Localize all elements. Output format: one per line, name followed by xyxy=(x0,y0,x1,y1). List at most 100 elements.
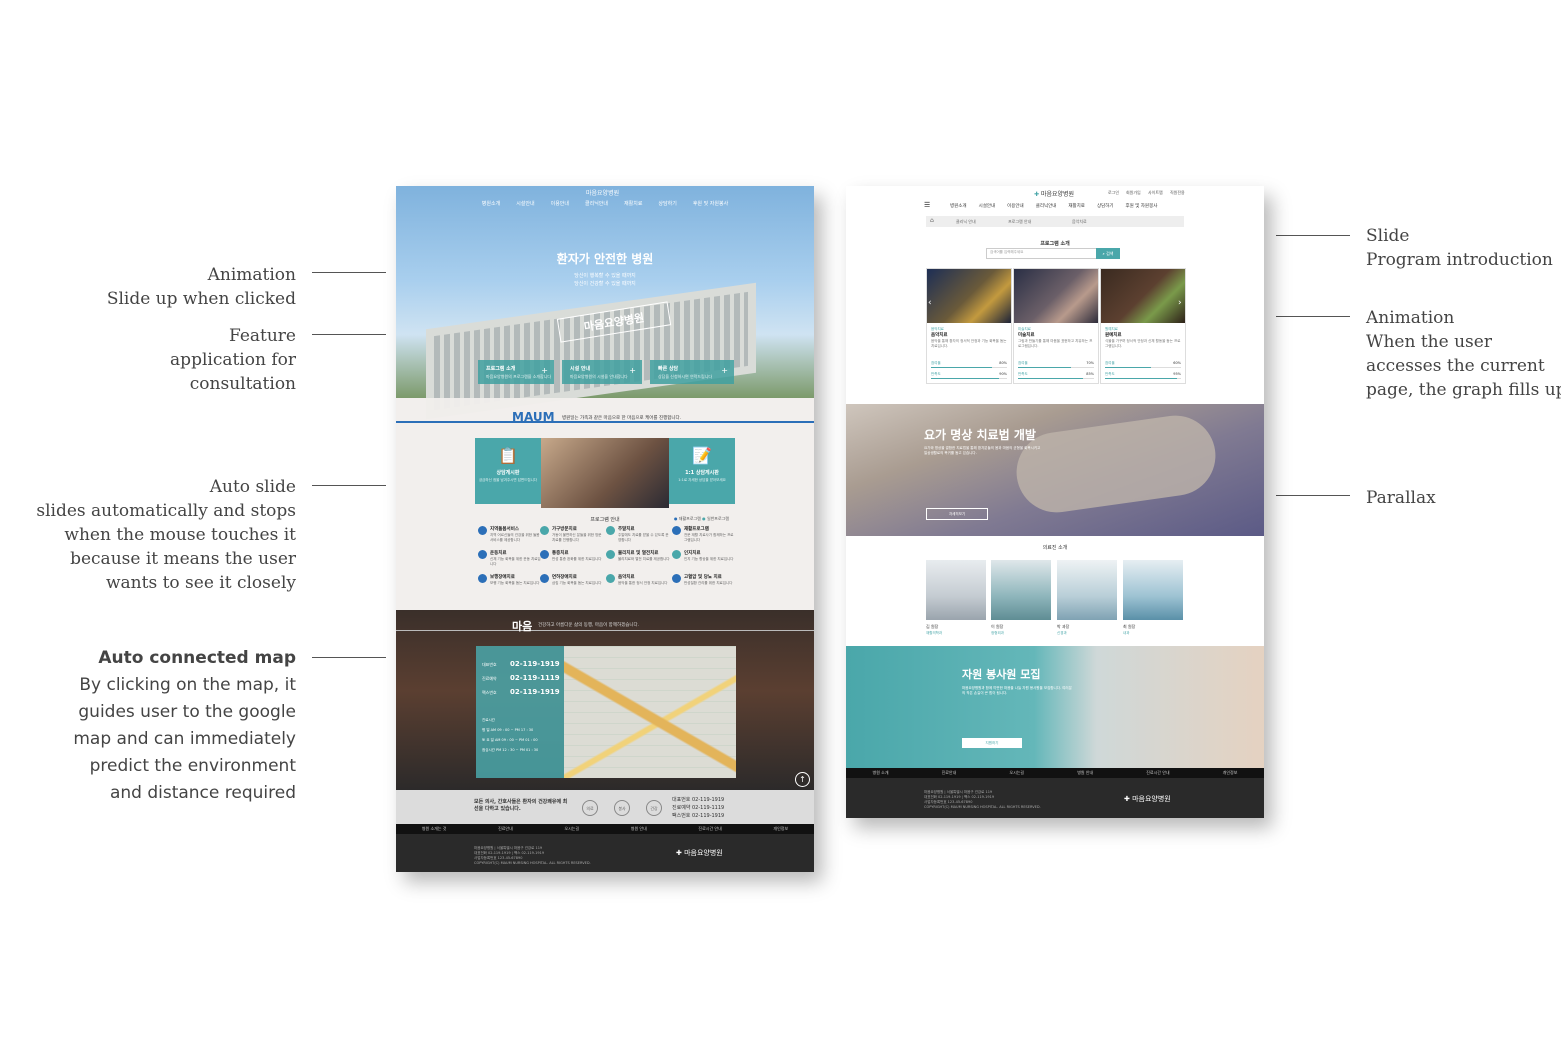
site-logo[interactable]: ✚ 마음요양병원 xyxy=(1034,189,1074,198)
progress-track xyxy=(931,367,1007,368)
contact-phone[interactable]: 팩스번호 02-119-1919 xyxy=(672,812,724,819)
graph-value: 60% xyxy=(1173,361,1181,365)
nav-item[interactable]: 시설안내 xyxy=(516,200,534,207)
program-desc: 음악을 통한 정서 안정 치료입니다 xyxy=(618,581,668,585)
apply-button[interactable]: 지원하기 xyxy=(962,738,1022,748)
staff-title: 의료진 소개 xyxy=(1042,545,1068,551)
util-link[interactable]: 로그인 xyxy=(1108,190,1119,196)
location-map[interactable] xyxy=(564,646,736,778)
health-icon: 건강 xyxy=(646,800,662,816)
consult-board-card[interactable]: 📋 상담게시판 궁금하신 점을 남겨주시면 답변드립니다 xyxy=(475,438,541,504)
nav-item[interactable]: 시설안내 xyxy=(979,203,996,209)
annotation-line: because it means the user xyxy=(70,549,296,569)
nav-item[interactable]: 후원 및 자원봉사 xyxy=(1126,203,1158,209)
site-logo[interactable]: 마음요양병원 xyxy=(586,188,619,197)
program-desc: 인지 기능 향상을 위한 치료입니다 xyxy=(684,557,734,561)
breadcrumb-item: 홈 xyxy=(938,219,939,220)
slide-prev-icon[interactable]: ‹ xyxy=(928,298,932,308)
footer-line: COPYRIGHT(C) MAUM NURSING HOSPITAL. ALL … xyxy=(474,861,591,865)
footer-link[interactable]: 오시는길 xyxy=(564,826,579,832)
icon-label: 의료 xyxy=(586,806,594,811)
program-name: 운동치료 xyxy=(490,551,507,556)
nav-item[interactable]: 이용안내 xyxy=(1007,203,1024,209)
icon-label: 봉사 xyxy=(618,806,626,811)
scroll-top-button[interactable]: ↑ xyxy=(795,772,810,787)
card-title: 상담게시판 xyxy=(496,470,520,476)
breadcrumb-item[interactable]: 프로그램 안내 xyxy=(1008,219,1031,225)
staff-card[interactable]: 이 원장 정형외과 xyxy=(991,560,1051,636)
footer-link[interactable]: 진료시간 안내 xyxy=(698,826,721,832)
program-card[interactable]: 원예치료 원예치료 식물을 가꾸며 정서적 안정과 신체 활동을 돕는 프로그램… xyxy=(1100,268,1186,384)
program-name: 재활프로그램 xyxy=(684,527,709,532)
contact-phone[interactable]: 진료예약 02-119-1119 xyxy=(672,804,724,811)
divider xyxy=(396,630,814,631)
section-desc: 마음요양병원과 함께 따뜻한 마음을 나눌 자원 봉사원을 모집합니다. 여러분… xyxy=(962,686,1072,695)
program-name: 연하장애치료 xyxy=(552,575,577,580)
annotation-auto-slide: Auto slide slides automatically and stop… xyxy=(36,475,296,595)
staff-card[interactable]: 박 과장 신경과 xyxy=(1057,560,1117,636)
footer-link[interactable]: 오시는길 xyxy=(1009,770,1024,776)
program-name: 가구방문치료 xyxy=(552,527,577,532)
home-icon[interactable]: ⌂ xyxy=(930,217,934,224)
quick-link-program[interactable]: 프로그램 소개 마음요양병원의 프로그램을 소개합니다 + xyxy=(478,360,554,384)
footer-link[interactable]: 개인정보 xyxy=(773,826,788,832)
util-link[interactable]: 사이트맵 xyxy=(1148,190,1163,196)
footer-link[interactable]: 병원 소개는 것 xyxy=(422,826,447,832)
util-link[interactable]: 직원전용 xyxy=(1170,190,1185,196)
nav-item[interactable]: 후원 및 자원봉사 xyxy=(693,200,728,207)
program-icon xyxy=(478,526,487,535)
staff-card[interactable]: 김 원장 재활의학과 xyxy=(926,560,986,636)
nav-item[interactable]: 상담하기 xyxy=(1097,203,1114,209)
footer-address: 마음요양병원 | 서울특별시 마음구 건강로 119 대표전화 02-119-1… xyxy=(474,846,591,866)
nav-item[interactable]: 병원소개 xyxy=(950,203,967,209)
nav-item[interactable]: 재활치료 xyxy=(1068,203,1085,209)
main-page-mockup: 마음요양병원 병원소개 시설안내 이용안내 클리닉안내 재활치료 상담하기 후원… xyxy=(396,186,814,872)
breadcrumb: ⌂ 홈 클리닉 안내 프로그램 안내 음악치료 xyxy=(926,216,1184,227)
one-to-one-board-card[interactable]: 📝 1:1 상담게시판 1:1로 자세한 상담을 받아보세요 xyxy=(669,438,735,504)
program-icon xyxy=(606,526,615,535)
search-button[interactable]: ⌕ 검색 xyxy=(1096,248,1120,259)
nav-item[interactable]: 클리닉안내 xyxy=(585,200,608,207)
leader-line xyxy=(1276,235,1350,236)
footer-link[interactable]: 진료안내 xyxy=(942,770,957,776)
breadcrumb-item[interactable]: 음악치료 xyxy=(1072,219,1087,225)
cross-icon: ✚ xyxy=(1034,191,1040,198)
more-button[interactable]: 자세히보기 xyxy=(926,508,988,520)
nav-item[interactable]: 이용안내 xyxy=(551,200,569,207)
contact-number[interactable]: 02-119-1919 xyxy=(510,660,560,668)
program-desc: 전문 재활 치료사가 함께하는 프로그램입니다 xyxy=(684,533,734,542)
footer: 마음요양병원 | 서울특별시 마음구 건강로 119 대표전화 02-119-1… xyxy=(846,778,1264,818)
nav-item[interactable]: 병원소개 xyxy=(482,200,500,207)
footer-link[interactable]: 진료안내 xyxy=(498,826,513,832)
annotation-line: page, the graph fills up. xyxy=(1366,380,1561,400)
annotation-line: application for xyxy=(170,350,296,370)
legend-item: 재활프로그램 xyxy=(678,516,701,521)
nav-item[interactable]: 재활치료 xyxy=(624,200,642,207)
footer-link[interactable]: 병원 안내 xyxy=(631,826,647,832)
menu-icon[interactable]: ☰ xyxy=(924,201,930,209)
program-desc: 주말에도 치료를 받을 수 있도록 운영합니다 xyxy=(618,533,669,542)
contact-number[interactable]: 02-119-1919 xyxy=(510,688,560,696)
quick-link-consult[interactable]: 빠른 상담 상담을 신청하시면 연락드립니다 + xyxy=(650,360,734,384)
footer-link[interactable]: 진료시간 안내 xyxy=(1146,770,1169,776)
hours-row: 평 일 AM 09 : 00 ~ PM 17 : 30 xyxy=(482,728,534,732)
quick-link-facility[interactable]: 시설 안내 마음요양병원의 시설을 안내합니다 + xyxy=(562,360,642,384)
breadcrumb-item[interactable]: 클리닉 안내 xyxy=(956,219,976,225)
footer-link[interactable]: 병원 소개 xyxy=(873,770,889,776)
contact-phone[interactable]: 대표번호 02-119-1919 xyxy=(672,796,724,803)
program-card[interactable]: 미술치료 미술치료 그림과 만들기를 통해 마음을 표현하고 치유하는 프로그램… xyxy=(1013,268,1099,384)
slide-next-icon[interactable]: › xyxy=(1178,298,1182,308)
footer-link[interactable]: 병원 안내 xyxy=(1077,770,1093,776)
annotation-line: map and can immediately xyxy=(73,729,296,749)
progress-track xyxy=(1018,367,1094,368)
util-link[interactable]: 회원가입 xyxy=(1126,190,1141,196)
program-card[interactable]: 음악치료 음악치료 음악을 통해 환자의 정서적 안정과 기능 회복을 돕는 치… xyxy=(926,268,1012,384)
search-input[interactable]: 검색어를 입력해주세요 xyxy=(986,248,1098,259)
contact-number[interactable]: 02-119-1119 xyxy=(510,674,560,682)
nav-item[interactable]: 상담하기 xyxy=(658,200,676,207)
card-name: 음악치료 xyxy=(931,333,948,338)
footer-link[interactable]: 개인정보 xyxy=(1223,770,1238,776)
staff-card[interactable]: 최 원장 내과 xyxy=(1123,560,1183,636)
nav-item[interactable]: 클리닉안내 xyxy=(1036,203,1057,209)
card-desc: 식물을 가꾸며 정서적 안정과 신체 활동을 돕는 프로그램입니다. xyxy=(1105,339,1181,348)
